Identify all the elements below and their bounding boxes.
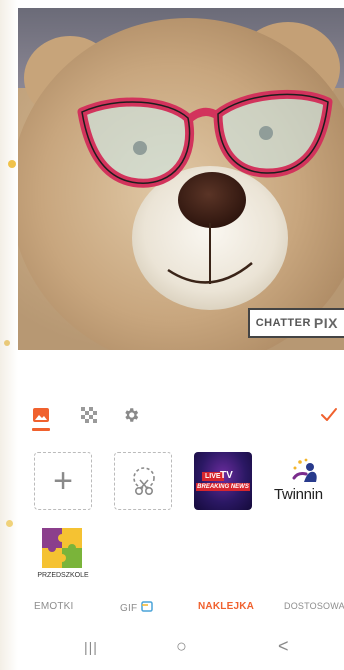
sticker-przedszkole[interactable]: PRZEDSZKOLE <box>34 522 92 580</box>
edge-decoration <box>8 160 16 168</box>
sticker-twinnin[interactable]: Twinnin <box>274 452 334 510</box>
gif-icon <box>141 601 153 612</box>
scissors-cutout-icon <box>133 467 155 495</box>
home-button[interactable]: ○ <box>176 636 187 657</box>
photo-preview[interactable]: CHATTER PIX <box>18 8 344 350</box>
sticker-przedszkole-label: PRZEDSZKOLE <box>37 572 89 579</box>
image-tool-button[interactable] <box>30 404 52 426</box>
system-nav-bar: ||| ○ < <box>0 626 344 670</box>
confirm-button[interactable] <box>318 404 340 426</box>
puzzle-logo-icon <box>42 528 82 568</box>
sticker-breaking-caption: BREAKING NEWS <box>196 483 250 491</box>
twinnin-logo-icon <box>292 458 317 482</box>
tab-gif[interactable]: GIF <box>120 601 153 614</box>
edge-decoration <box>6 520 13 527</box>
active-tool-indicator <box>32 428 50 431</box>
chatterpix-watermark: CHATTER PIX <box>247 308 344 338</box>
checkerboard-icon <box>81 407 97 423</box>
settings-tool-button[interactable] <box>120 404 142 426</box>
teddy-bear-image <box>18 18 344 350</box>
tab-emotki[interactable]: EMOTKI <box>34 601 74 612</box>
editor-toolbar <box>18 398 344 432</box>
sticker-live-tv[interactable]: LIVE TV BREAKING NEWS <box>194 452 252 510</box>
edge-decoration <box>4 340 10 346</box>
bear-nose <box>178 172 246 228</box>
texture-tool-button[interactable] <box>78 404 100 426</box>
plus-icon: + <box>53 462 73 500</box>
checkmark-icon <box>321 408 337 421</box>
back-button[interactable]: < <box>278 636 289 657</box>
cutout-sticker-button[interactable] <box>114 452 172 510</box>
watermark-brand-suffix: PIX <box>313 315 338 331</box>
sticker-twinnin-label: Twinnin <box>274 486 323 503</box>
tab-dostosowa[interactable]: DOSTOSOWA <box>284 601 344 611</box>
tab-gif-label: GIF <box>120 603 138 614</box>
watermark-brand: CHATTER <box>255 317 311 329</box>
sticker-tv-title: TV <box>220 470 233 481</box>
bottom-tab-bar: EMOTKI GIF NAKLEJKA DOSTOSOWA <box>0 592 344 622</box>
gear-icon <box>125 408 139 422</box>
image-icon <box>33 408 49 422</box>
add-sticker-button[interactable]: + <box>34 452 92 510</box>
tab-naklejka[interactable]: NAKLEJKA <box>198 601 254 612</box>
recents-button[interactable]: ||| <box>84 639 98 655</box>
screen-edge <box>0 0 18 670</box>
